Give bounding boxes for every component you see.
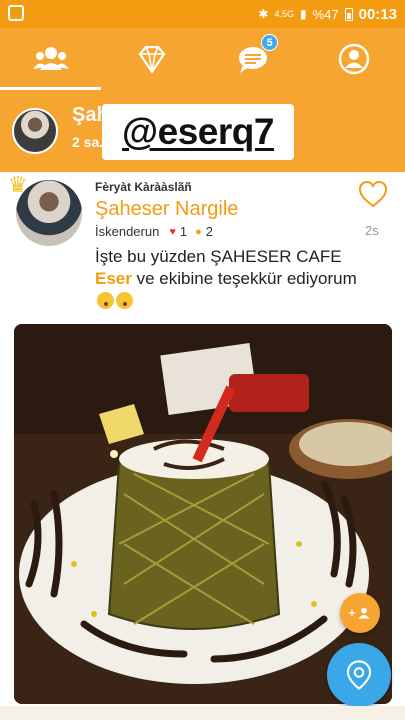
add-friends-button[interactable]: + [340, 593, 380, 633]
post-text-highlight[interactable]: Eser [95, 269, 132, 288]
battery-icon [344, 7, 353, 21]
notification-icon [8, 5, 24, 21]
status-bar: ✱ 4.5G ▮ %47 00:13 [0, 0, 405, 28]
post-title[interactable]: Şaheser Nargile [95, 198, 238, 221]
story-avatar[interactable] [12, 108, 58, 154]
post-text: İşte bu yüzden ŞAHESER CAFE Eser ve ekib… [95, 246, 375, 312]
status-indicators: ✱ 4.5G ▮ %47 00:13 [258, 0, 397, 28]
post-location: İskenderun [95, 224, 160, 239]
fab-small-label: + [348, 606, 356, 620]
post-likes-count: 1 [179, 224, 188, 239]
tab-messages[interactable]: 5 [203, 28, 304, 90]
post-author-small[interactable]: Fèryàt Kàrààslãñ [95, 180, 192, 194]
post-text-part1: İşte bu yüzden ŞAHESER CAFE [95, 247, 342, 266]
post-age: 2s [365, 223, 379, 238]
people-small-icon [357, 607, 370, 619]
comment-small-icon: ● [195, 225, 202, 238]
location-pin-icon [346, 660, 372, 690]
signal-icon: ▮ [299, 7, 307, 21]
clock: 00:13 [358, 5, 397, 23]
story-time: 2 sa. [72, 134, 104, 150]
post-meta: İskenderun ♥ 1 ● 2 [95, 224, 213, 239]
post-text-part2: ve ekibine teşekkür ediyorum [131, 269, 357, 288]
pineapple-dessert-image [14, 324, 392, 704]
tab-diamond[interactable] [101, 28, 202, 90]
profile-icon [339, 43, 370, 75]
diamond-icon [138, 45, 165, 74]
tab-profile[interactable] [304, 28, 405, 90]
location-check-in-button[interactable] [327, 643, 391, 707]
heart-small-icon: ♥ [169, 225, 176, 238]
post-photo[interactable] [14, 324, 392, 704]
surprised-emoji-icon [97, 292, 114, 309]
bottom-strip [0, 706, 405, 720]
like-heart-icon[interactable] [358, 180, 388, 208]
battery-percent: %47 [312, 6, 339, 22]
people-icon [32, 47, 69, 70]
post-comments-count: 2 [205, 224, 213, 239]
bluetooth-icon: ✱ [258, 7, 269, 21]
network-label: 4.5G [274, 9, 294, 19]
crown-icon: ♛ [8, 172, 28, 197]
messages-badge: 5 [261, 34, 279, 51]
top-tab-bar: 5 [0, 28, 405, 90]
surprised-emoji-icon [116, 292, 133, 309]
tab-people[interactable] [0, 28, 102, 90]
handle-sticker: @eserq7 [102, 104, 294, 160]
